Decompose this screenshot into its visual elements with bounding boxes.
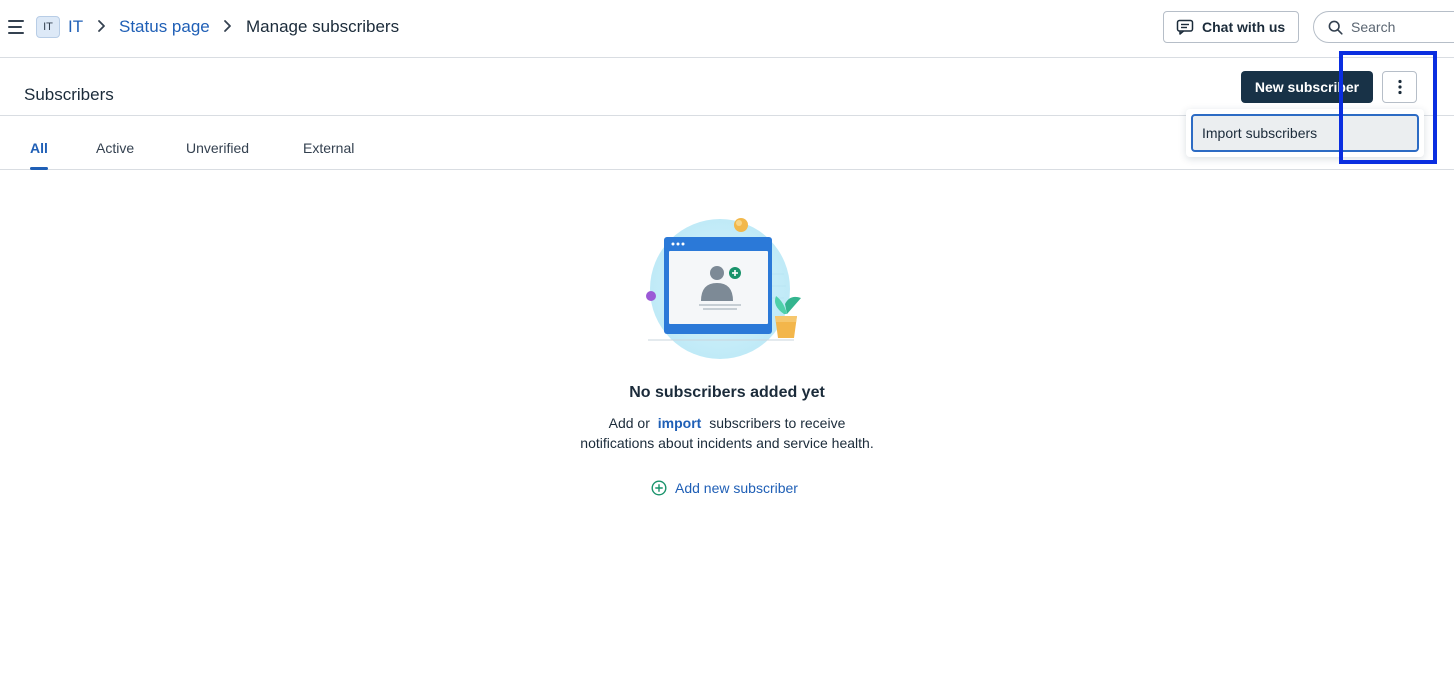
- search-icon: [1328, 20, 1343, 35]
- tab-unverified[interactable]: Unverified: [186, 140, 249, 156]
- page-title: Subscribers: [24, 85, 114, 104]
- search-input[interactable]: [1351, 19, 1451, 35]
- add-new-subscriber-label: Add new subscriber: [675, 480, 798, 496]
- breadcrumb-status-page[interactable]: Status page: [119, 17, 210, 37]
- search-box[interactable]: [1313, 11, 1454, 43]
- breadcrumb-workspace[interactable]: IT: [68, 17, 83, 37]
- breadcrumb-current: Manage subscribers: [246, 17, 400, 36]
- more-options-menu: Import subscribers: [1186, 109, 1424, 157]
- empty-subscribers-illustration: [646, 218, 801, 359]
- more-vertical-icon: [1397, 79, 1402, 95]
- tab-external[interactable]: External: [303, 140, 354, 156]
- manage-subscribers-page: IT IT Status page Manage subscribers Cha…: [0, 0, 1454, 689]
- chat-label: Chat with us: [1202, 19, 1286, 35]
- empty-desc-suffix: subscribers to receive: [709, 415, 846, 431]
- active-tab-indicator: [30, 167, 48, 170]
- chevron-right-icon: [224, 20, 231, 32]
- empty-state-description: Add or import subscribers to receive not…: [0, 413, 1454, 453]
- chevron-right-icon: [98, 20, 105, 32]
- chat-with-us-button[interactable]: Chat with us: [1163, 11, 1299, 43]
- tab-all[interactable]: All: [30, 140, 48, 156]
- import-subscribers-menu-item[interactable]: Import subscribers: [1191, 114, 1419, 152]
- empty-desc-prefix: Add or: [608, 415, 650, 431]
- tab-active[interactable]: Active: [96, 140, 134, 156]
- subscribers-header: Subscribers New subscriber: [0, 59, 1454, 116]
- empty-state-title: No subscribers added yet: [629, 384, 825, 401]
- more-options-button[interactable]: [1382, 71, 1417, 103]
- menu-icon[interactable]: [6, 18, 26, 36]
- empty-desc-line2: notifications about incidents and servic…: [580, 435, 874, 451]
- add-new-subscriber-link[interactable]: Add new subscriber: [651, 478, 798, 498]
- top-bar: IT IT Status page Manage subscribers Cha…: [0, 0, 1454, 58]
- chat-icon: [1176, 19, 1194, 35]
- workspace-badge: IT: [36, 16, 60, 38]
- import-link[interactable]: import: [658, 415, 702, 431]
- new-subscriber-button[interactable]: New subscriber: [1241, 71, 1373, 103]
- add-circle-icon: [651, 480, 667, 496]
